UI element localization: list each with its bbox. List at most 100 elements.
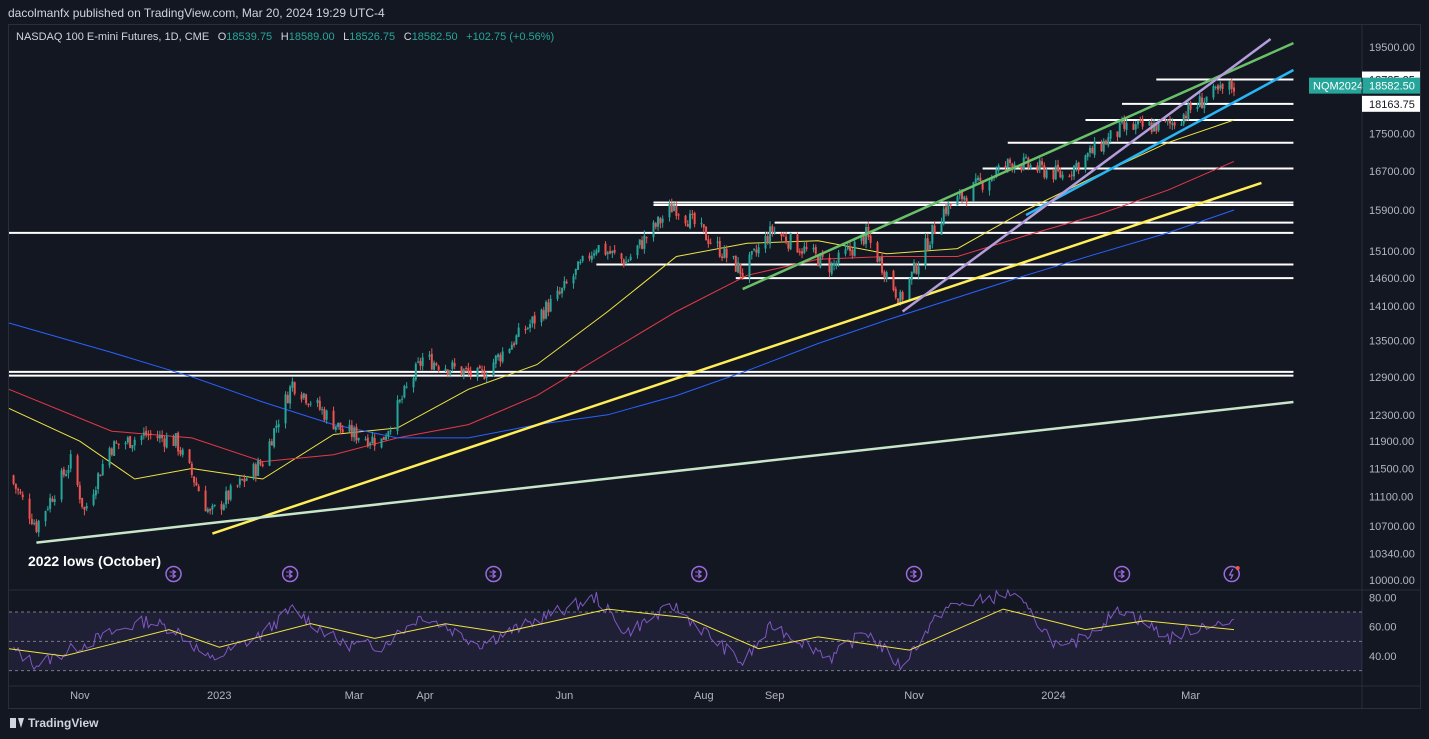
- candle[interactable]: [14, 483, 17, 489]
- candle[interactable]: [403, 386, 406, 398]
- candle[interactable]: [1198, 96, 1201, 107]
- steep-trendline-lavender[interactable]: [901, 38, 1272, 313]
- candle[interactable]: [494, 355, 497, 364]
- candle[interactable]: [1061, 174, 1064, 179]
- candle[interactable]: [222, 504, 225, 510]
- candle[interactable]: [940, 222, 943, 235]
- candle[interactable]: [398, 399, 401, 402]
- candle[interactable]: [476, 367, 479, 378]
- candle[interactable]: [844, 249, 847, 255]
- candle[interactable]: [462, 369, 465, 375]
- candle[interactable]: [1043, 165, 1046, 178]
- candle[interactable]: [108, 448, 111, 466]
- candle[interactable]: [915, 263, 918, 274]
- candle[interactable]: [558, 291, 561, 294]
- candle[interactable]: [828, 257, 831, 273]
- candle[interactable]: [492, 362, 495, 377]
- candle[interactable]: [419, 360, 422, 366]
- candle[interactable]: [547, 302, 550, 313]
- candle[interactable]: [949, 203, 952, 206]
- candle[interactable]: [291, 381, 294, 388]
- candle[interactable]: [645, 236, 648, 239]
- candle[interactable]: [380, 438, 383, 448]
- candle[interactable]: [638, 239, 641, 246]
- candle[interactable]: [892, 270, 895, 291]
- candle[interactable]: [734, 255, 737, 272]
- candle[interactable]: [257, 460, 260, 476]
- event-marker-icon[interactable]: [1113, 565, 1131, 583]
- candle[interactable]: [833, 263, 836, 266]
- candle[interactable]: [709, 242, 712, 244]
- candle[interactable]: [501, 351, 504, 362]
- candle[interactable]: [49, 497, 52, 509]
- candle[interactable]: [780, 233, 783, 237]
- candle[interactable]: [497, 354, 500, 358]
- candle[interactable]: [876, 242, 879, 262]
- candle[interactable]: [190, 463, 193, 476]
- candle[interactable]: [467, 367, 470, 372]
- candle[interactable]: [163, 438, 166, 447]
- candle[interactable]: [732, 256, 735, 258]
- candle[interactable]: [460, 366, 463, 376]
- candle[interactable]: [158, 434, 161, 439]
- candle[interactable]: [609, 250, 612, 254]
- candle[interactable]: [337, 422, 340, 427]
- long-term-support-trendline[interactable]: [36, 400, 1294, 544]
- candle[interactable]: [1006, 159, 1009, 168]
- candle[interactable]: [773, 231, 776, 234]
- candle[interactable]: [908, 278, 911, 300]
- candle[interactable]: [979, 177, 982, 181]
- candle[interactable]: [627, 260, 630, 262]
- candle[interactable]: [721, 256, 724, 258]
- candle[interactable]: [1123, 120, 1126, 129]
- candle[interactable]: [261, 464, 264, 467]
- candle[interactable]: [305, 394, 308, 404]
- candle[interactable]: [853, 241, 856, 257]
- candle[interactable]: [789, 233, 792, 250]
- candle[interactable]: [453, 363, 456, 367]
- candle[interactable]: [659, 218, 662, 224]
- candle[interactable]: [62, 469, 65, 476]
- candle[interactable]: [1105, 140, 1108, 145]
- candle[interactable]: [211, 505, 214, 510]
- candle[interactable]: [700, 222, 703, 225]
- candle[interactable]: [725, 248, 728, 258]
- candle[interactable]: [268, 441, 271, 466]
- candle[interactable]: [545, 301, 548, 319]
- candle[interactable]: [782, 235, 785, 237]
- candle[interactable]: [741, 272, 744, 277]
- candle[interactable]: [478, 366, 481, 369]
- candle[interactable]: [275, 425, 278, 428]
- candle[interactable]: [126, 437, 129, 443]
- candle[interactable]: [364, 439, 367, 441]
- candle[interactable]: [1077, 162, 1080, 171]
- candle[interactable]: [926, 238, 929, 251]
- candle[interactable]: [947, 202, 950, 215]
- candle[interactable]: [28, 498, 31, 519]
- candle[interactable]: [917, 266, 920, 275]
- candle[interactable]: [883, 271, 886, 278]
- rising-support-trendline-yellow[interactable]: [212, 181, 1262, 535]
- candle[interactable]: [739, 263, 742, 274]
- candle[interactable]: [846, 247, 849, 250]
- candle[interactable]: [1141, 119, 1144, 127]
- candle[interactable]: [252, 463, 255, 479]
- candle[interactable]: [1201, 97, 1204, 109]
- candle[interactable]: [798, 251, 801, 253]
- candle[interactable]: [1221, 83, 1224, 89]
- ma-fast-line[interactable]: [8, 119, 1235, 480]
- candle[interactable]: [284, 394, 287, 424]
- candle[interactable]: [209, 509, 212, 511]
- candle[interactable]: [805, 247, 808, 249]
- candle[interactable]: [113, 441, 116, 456]
- candle[interactable]: [702, 224, 705, 228]
- candle[interactable]: [801, 251, 804, 254]
- candle[interactable]: [572, 276, 575, 284]
- candle[interactable]: [156, 436, 159, 439]
- candle[interactable]: [641, 240, 644, 249]
- candle[interactable]: [1057, 164, 1060, 171]
- candle[interactable]: [787, 243, 790, 249]
- candle[interactable]: [387, 431, 390, 437]
- candle[interactable]: [1182, 114, 1185, 124]
- tradingview-logo[interactable]: TradingView: [10, 716, 98, 730]
